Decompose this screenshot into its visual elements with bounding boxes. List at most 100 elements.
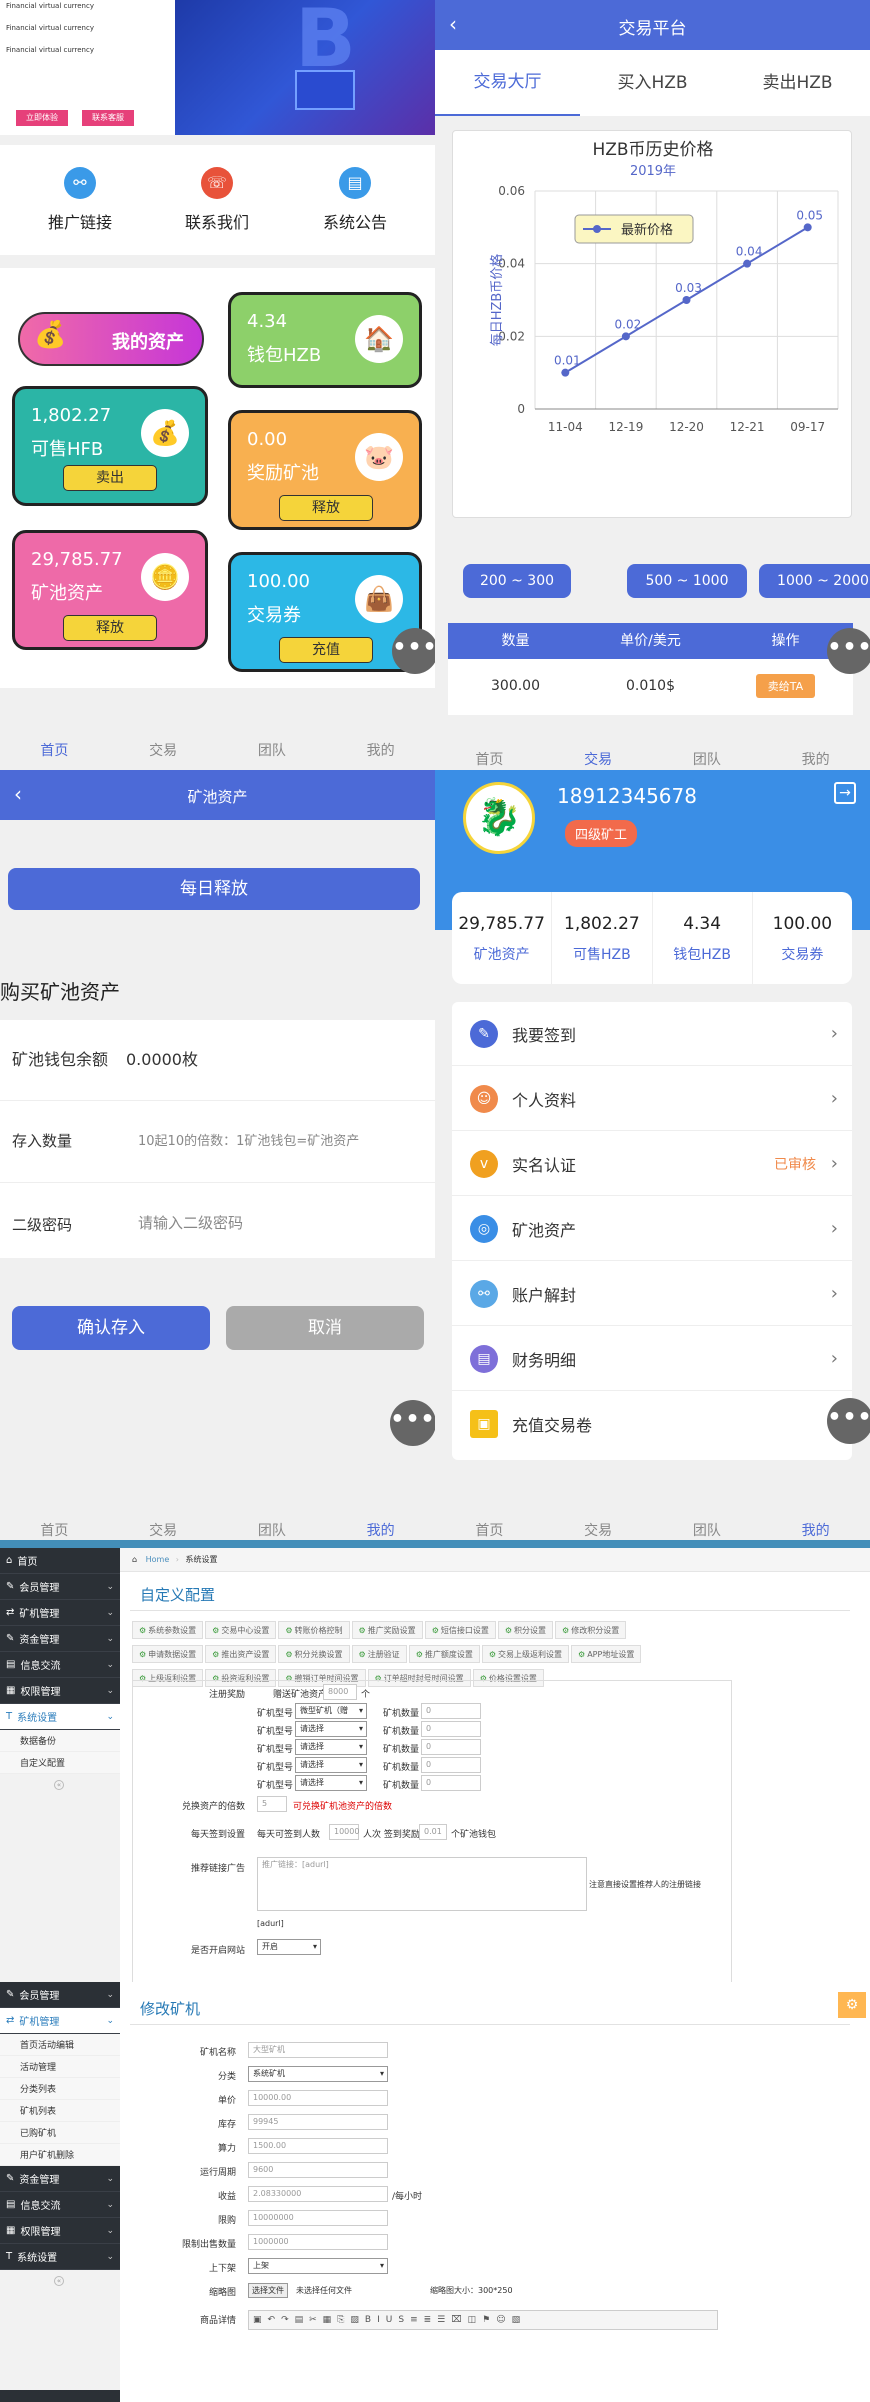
tab-tabs_row1-6[interactable]: ⚙ 修改积分设置 — [555, 1621, 627, 1639]
tab-sell-hzb[interactable]: 卖出HZB — [725, 50, 870, 116]
machine-type-select[interactable]: 请选择 ▾ — [295, 1721, 367, 1737]
sidebar-item-members[interactable]: ✎ 会员管理 ⌄ — [0, 1574, 120, 1600]
my-assets-badge[interactable]: 💰 我的资产 — [18, 312, 204, 366]
editor-tool-icon[interactable]: ▣ — [253, 2315, 262, 2325]
sidebar-sub-backup[interactable]: 数据备份 — [0, 1730, 120, 1752]
banner-button-1[interactable]: 立即体验 — [16, 110, 68, 126]
sidebar-sub-custom[interactable]: 自定义配置 — [0, 1752, 120, 1774]
nav-trade[interactable]: 交易 — [584, 1520, 612, 1540]
sidebar-sub-item[interactable]: 已购矿机 — [0, 2122, 120, 2144]
editor-tool-icon[interactable]: I — [377, 2315, 380, 2325]
sidebar-item-home[interactable]: ⌂ 首页 — [0, 1548, 120, 1574]
tab-tabs_row2-1[interactable]: ⚙ 推出资产设置 — [205, 1645, 277, 1663]
sidebar-item[interactable]: T 系统设置 ⌄ — [0, 2244, 120, 2270]
field-input[interactable]: 10000000 — [248, 2210, 388, 2226]
pwd-input[interactable]: 请输入二级密码 — [138, 1212, 243, 1233]
signin-count-input[interactable]: 10000 — [329, 1824, 359, 1840]
field-input[interactable]: 系统矿机 ▾ — [248, 2066, 388, 2082]
nav-mine[interactable]: 我的 — [802, 749, 830, 769]
more-dots-button[interactable]: ••• — [827, 628, 870, 674]
sidebar-sub-item[interactable]: 矿机列表 — [0, 2100, 120, 2122]
machine-count-input[interactable]: 0 — [421, 1739, 481, 1755]
editor-tool-icon[interactable]: ▤ — [295, 2315, 304, 2325]
avatar[interactable]: 🐉 — [463, 782, 535, 854]
editor-tool-icon[interactable]: ⚑ — [482, 2315, 490, 2325]
confirm-button[interactable]: 确认存入 — [12, 1306, 210, 1350]
nav-mine[interactable]: 我的 — [367, 1520, 395, 1540]
breadcrumb-home[interactable]: Home — [146, 1555, 170, 1564]
field-input[interactable]: 10000.00 — [248, 2090, 388, 2106]
release-pool-button[interactable]: 释放 — [63, 615, 157, 641]
sidebar-item-machines[interactable]: ⇄ 矿机管理 ⌄ — [0, 1600, 120, 1626]
nav-mine[interactable]: 我的 — [367, 740, 395, 760]
field-input[interactable]: 2.08330000 — [248, 2186, 388, 2202]
nav-home[interactable]: 首页 — [40, 1520, 68, 1540]
menu-pool[interactable]: ◎ 矿池资产 › — [452, 1197, 852, 1261]
editor-tool-icon[interactable]: ▨ — [350, 2315, 359, 2325]
menu-unlock[interactable]: ⚯ 账户解封 › — [452, 1262, 852, 1326]
quick-link-contact[interactable]: ☏ 联系我们 — [167, 167, 267, 233]
menu-signin[interactable]: ✎ 我要签到 › — [452, 1002, 852, 1066]
nav-team[interactable]: 团队 — [258, 740, 286, 760]
menu-verify[interactable]: v 实名认证 已审核 › — [452, 1132, 852, 1196]
editor-tool-icon[interactable]: ☰ — [437, 2315, 445, 2325]
field-input[interactable]: 大型矿机 — [248, 2042, 388, 2058]
sidebar-item-members[interactable]: ✎ 会员管理 ⌄ — [0, 1982, 120, 2008]
tab-tabs_row2-6[interactable]: ⚙ APP地址设置 — [571, 1645, 642, 1663]
tab-tabs_row2-2[interactable]: ⚙ 积分兑换设置 — [278, 1645, 350, 1663]
banner-button-2[interactable]: 联系客服 — [82, 110, 134, 126]
machine-type-select[interactable]: 请选择 ▾ — [295, 1739, 367, 1755]
machine-count-input[interactable]: 0 — [421, 1757, 481, 1773]
menu-profile[interactable]: ☺ 个人资料 › — [452, 1067, 852, 1131]
tab-tabs_row2-4[interactable]: ⚙ 推广额度设置 — [408, 1645, 480, 1663]
release-reward-button[interactable]: 释放 — [279, 495, 373, 521]
machine-count-input[interactable]: 0 — [421, 1721, 481, 1737]
sidebar-item-settings[interactable]: T 系统设置 ⌄ — [0, 1704, 120, 1730]
exchange-input[interactable]: 5 — [257, 1796, 287, 1812]
nav-home[interactable]: 首页 — [475, 749, 503, 769]
sidebar-item[interactable]: ▦ 权限管理 ⌄ — [0, 2218, 120, 2244]
field-input[interactable]: 上架 ▾ — [248, 2258, 388, 2274]
field-input[interactable]: 9600 — [248, 2162, 388, 2178]
card-wallet-hzb[interactable]: 4.34 钱包HZB 🏠 — [228, 292, 422, 388]
editor-tool-icon[interactable]: ✂ — [309, 2315, 317, 2325]
nav-team[interactable]: 团队 — [693, 1520, 721, 1540]
stat-coupon[interactable]: 100.00 交易券 — [753, 892, 852, 984]
editor-tool-icon[interactable]: ↶ — [268, 2315, 276, 2325]
cancel-button[interactable]: 取消 — [226, 1306, 424, 1350]
field-input[interactable]: 1000000 — [248, 2234, 388, 2250]
editor-tool-icon[interactable]: S — [398, 2315, 404, 2325]
more-dots-button[interactable]: ••• — [392, 628, 435, 674]
range-button-3[interactable]: 1000 ~ 2000 — [759, 564, 870, 598]
card-pool-assets[interactable]: 29,785.77 矿池资产 🪙 释放 — [12, 530, 208, 650]
recharge-button[interactable]: 充值 — [279, 637, 373, 663]
range-button-1[interactable]: 200 ~ 300 — [463, 564, 571, 598]
logout-icon[interactable]: → — [834, 782, 856, 804]
banner[interactable]: B Financial virtual currency Financial v… — [0, 0, 435, 135]
editor-tool-icon[interactable]: B — [365, 2315, 371, 2325]
editor-tool-icon[interactable]: ▦ — [323, 2315, 332, 2325]
sidebar-sub-item[interactable]: 活动管理 — [0, 2056, 120, 2078]
tab-tabs_row2-3[interactable]: ⚙ 注册验证 — [351, 1645, 407, 1663]
sell-to-button[interactable]: 卖给TA — [755, 674, 816, 698]
editor-tool-icon[interactable]: ↷ — [281, 2315, 289, 2325]
machine-count-input[interactable]: 0 — [421, 1703, 481, 1719]
collapse-icon[interactable]: « — [54, 1780, 64, 1790]
nav-home[interactable]: 首页 — [475, 1520, 503, 1540]
editor-toolbar[interactable]: ▣ ↶ ↷ ▤ ✂ ▦ ⎘ ▨ B I U S ≡ ≣ ☰ ⌧ ◫ ⚑ ☺ ▧ — [248, 2310, 718, 2330]
nav-mine[interactable]: 我的 — [802, 1520, 830, 1540]
tab-tabs_row2-0[interactable]: ⚙ 申请数据设置 — [132, 1645, 204, 1663]
stat-sell[interactable]: 1,802.27 可售HZB — [552, 892, 653, 984]
tab-tabs_row1-2[interactable]: ⚙ 转账价格控制 — [278, 1621, 350, 1639]
menu-finance[interactable]: ▤ 财务明细 › — [452, 1327, 852, 1391]
collapse-icon[interactable]: « — [54, 2276, 64, 2286]
tab-tabs_row1-0[interactable]: ⚙ 系统参数设置 — [132, 1621, 204, 1639]
sidebar-sub-item[interactable]: 首页活动编辑 — [0, 2034, 120, 2056]
tab-tabs_row1-5[interactable]: ⚙ 积分设置 — [497, 1621, 554, 1639]
nav-trade[interactable]: 交易 — [149, 1520, 177, 1540]
editor-tool-icon[interactable]: ≡ — [410, 2315, 418, 2325]
tab-buy-hzb[interactable]: 买入HZB — [580, 50, 725, 116]
machine-type-select[interactable]: 请选择 ▾ — [295, 1757, 367, 1773]
machine-type-select[interactable]: 请选择 ▾ — [295, 1775, 367, 1791]
editor-tool-icon[interactable]: ▧ — [512, 2315, 521, 2325]
